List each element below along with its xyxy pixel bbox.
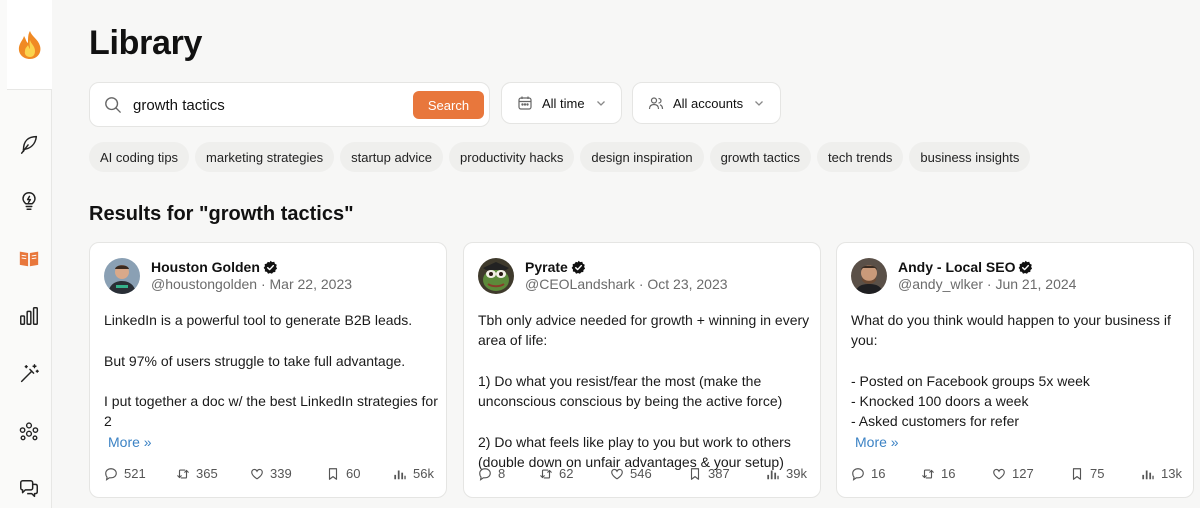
chip[interactable]: business insights [909,142,1031,172]
calendar-icon [518,96,532,110]
avatar[interactable] [478,258,514,294]
reply-icon [852,467,864,481]
results-title: Results for "growth tactics" [89,203,354,225]
feather-icon[interactable] [14,129,44,159]
avatar[interactable] [104,258,140,294]
post-card[interactable]: Pyrate @CEOLandshark · Oct 23, 2023 Tbh … [463,242,821,498]
book-icon[interactable] [14,243,44,273]
post-stats: 521 365 339 60 56k [104,466,434,484]
bookmark-count[interactable]: 60 [326,466,360,481]
verified-badge-icon [263,260,277,274]
retweet-count[interactable]: 16 [921,466,955,481]
heart-icon [993,468,1005,479]
avatar[interactable] [851,258,887,294]
post-card[interactable]: Houston Golden @houstongolden · Mar 22, … [89,242,447,498]
reply-count[interactable]: 521 [104,466,146,481]
author-handle-date: @andy_wlker · Jun 21, 2024 [898,276,1077,292]
like-count[interactable]: 339 [250,466,292,481]
post-body: Tbh only advice needed for growth + winn… [478,310,813,472]
magic-wand-icon[interactable] [14,359,44,389]
reply-count[interactable]: 8 [478,466,505,481]
chip[interactable]: design inspiration [580,142,704,172]
post-body: LinkedIn is a powerful tool to generate … [104,310,439,452]
suggestion-chips: AI coding tips marketing strategies star… [89,142,1031,172]
retweet-icon [922,468,934,479]
post-text: LinkedIn is a powerful tool to generate … [104,312,438,430]
chip[interactable]: startup advice [340,142,444,172]
chip[interactable]: AI coding tips [89,142,190,172]
author-name-row[interactable]: Pyrate [525,259,586,275]
like-count[interactable]: 127 [992,466,1034,481]
more-link[interactable]: More » [108,432,152,452]
lightbulb-icon[interactable] [14,186,44,216]
retweet-icon [177,468,189,479]
like-count[interactable]: 546 [610,466,652,481]
search-icon [105,97,121,113]
chip[interactable]: growth tactics [709,142,812,172]
chip[interactable]: productivity hacks [449,142,575,172]
reply-count[interactable]: 16 [851,466,885,481]
search-box: Search [89,82,490,127]
chevron-down-icon [755,101,764,106]
view-count[interactable]: 13k [1141,466,1182,481]
verified-badge-icon [1019,260,1033,274]
bar-chart-icon[interactable] [14,301,44,331]
post-body: What do you think would happen to your b… [851,310,1186,452]
author-name-row[interactable]: Andy - Local SEO [898,259,1033,275]
app-logo[interactable] [7,0,52,90]
search-input[interactable] [133,93,403,117]
bookmark-count[interactable]: 75 [1070,466,1104,481]
heart-icon [251,468,263,479]
accounts-filter-dropdown[interactable]: All accounts [632,82,781,124]
post-card[interactable]: Andy - Local SEO @andy_wlker · Jun 21, 2… [836,242,1194,498]
views-chart-icon [1142,470,1154,479]
reply-icon [105,467,117,481]
retweet-count[interactable]: 62 [539,466,573,481]
more-link[interactable]: More » [855,432,899,452]
bookmark-icon [1072,467,1082,480]
time-filter-label: All time [542,95,585,111]
chevron-down-icon [596,101,605,106]
author-handle-date: @CEOLandshark · Oct 23, 2023 [525,276,728,292]
page-title: Library [89,24,203,62]
search-button[interactable]: Search [413,91,484,119]
fire-logo-icon [18,30,40,59]
users-icon [648,97,664,110]
views-chart-icon [767,470,779,479]
people-icon[interactable] [14,416,44,446]
accounts-filter-label: All accounts [673,95,744,111]
view-count[interactable]: 39k [766,466,807,481]
time-filter-dropdown[interactable]: All time [501,82,622,124]
chat-icon[interactable] [14,474,44,504]
verified-badge-icon [571,260,585,274]
post-stats: 8 62 546 387 39k [478,466,808,484]
retweet-icon [540,468,552,479]
bookmark-count[interactable]: 387 [688,466,730,481]
author-name: Pyrate [525,259,568,275]
author-name: Houston Golden [151,259,260,275]
chip[interactable]: marketing strategies [195,142,335,172]
views-chart-icon [394,470,406,479]
chip[interactable]: tech trends [817,142,904,172]
author-name: Andy - Local SEO [898,259,1016,275]
view-count[interactable]: 56k [393,466,434,481]
post-stats: 16 16 127 75 13k [851,466,1182,484]
post-text: What do you think would happen to your b… [851,312,1171,430]
author-name-row[interactable]: Houston Golden [151,259,278,275]
post-text: Tbh only advice needed for growth + winn… [478,312,810,471]
author-handle-date: @houstongolden · Mar 22, 2023 [151,276,353,292]
bookmark-icon [690,467,700,480]
sidebar [0,0,52,508]
reply-icon [479,467,491,481]
retweet-count[interactable]: 365 [176,466,218,481]
bookmark-icon [328,467,338,480]
heart-icon [611,468,623,479]
